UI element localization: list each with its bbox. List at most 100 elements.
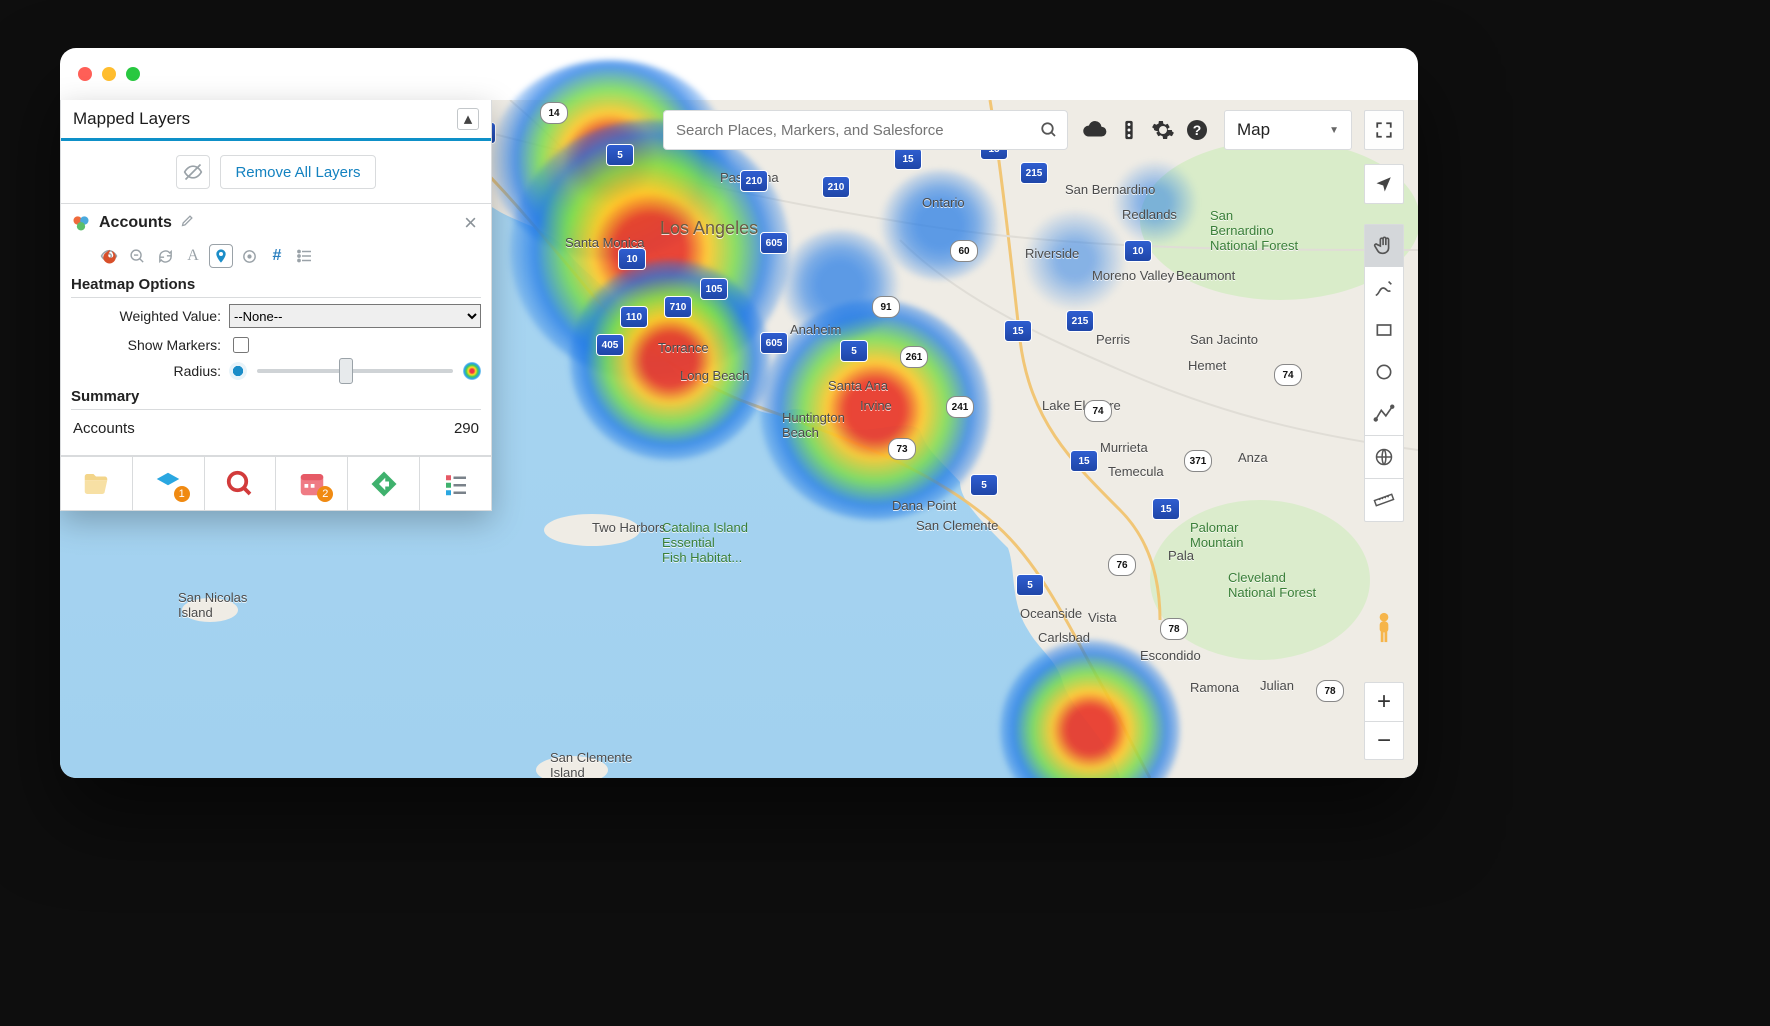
circle-icon[interactable] — [1365, 351, 1403, 393]
summary-header: Summary — [71, 388, 481, 410]
state-route-shield-icon: 74 — [1274, 364, 1302, 386]
polyline-icon[interactable] — [1365, 393, 1403, 435]
target-icon[interactable] — [237, 244, 261, 268]
layer-name: Accounts — [99, 214, 172, 232]
tab-folders[interactable] — [61, 456, 133, 510]
map-place-label: Anaheim — [790, 322, 841, 337]
collapse-panel-icon[interactable]: ▴ — [457, 108, 479, 130]
interstate-shield-icon: 10 — [1124, 240, 1152, 262]
map-place-label: San Bernardino — [1065, 182, 1155, 197]
rectangle-icon[interactable] — [1365, 309, 1403, 351]
zoom-controls: + − — [1364, 682, 1404, 760]
layer-section: Accounts × A # — [61, 204, 491, 456]
state-route-shield-icon: 73 — [888, 438, 916, 460]
fullscreen-button[interactable] — [1364, 110, 1404, 150]
interstate-shield-icon: 15 — [1004, 320, 1032, 342]
hash-icon[interactable]: # — [265, 244, 289, 268]
zoom-in-button[interactable]: + — [1365, 683, 1403, 721]
remove-all-label: Remove All Layers — [235, 164, 360, 181]
map-place-label: Perris — [1096, 332, 1130, 347]
map-place-label: Julian — [1260, 678, 1294, 693]
search-icon[interactable] — [1031, 121, 1067, 139]
search-input[interactable] — [664, 122, 1031, 139]
window-close-dot[interactable] — [78, 67, 92, 81]
search-box[interactable] — [663, 110, 1068, 150]
layers-panel: Mapped Layers ▴ Remove All Layers — [60, 100, 492, 511]
ruler-icon[interactable] — [1365, 479, 1403, 521]
zoom-out-button[interactable]: − — [1365, 721, 1403, 759]
map-place-label: Carlsbad — [1038, 630, 1090, 645]
panel-title: Mapped Layers — [73, 109, 190, 129]
map-place-label: Hemet — [1188, 358, 1226, 373]
interstate-shield-icon: 215 — [1066, 310, 1094, 332]
interstate-shield-icon: 5 — [970, 474, 998, 496]
show-markers-checkbox[interactable] — [233, 337, 249, 353]
state-route-shield-icon: 74 — [1084, 400, 1112, 422]
layers-badge: 1 — [174, 486, 190, 502]
heatmap-options-header: Heatmap Options — [71, 276, 481, 298]
mac-titlebar — [60, 48, 1418, 100]
interstate-shield-icon: 710 — [664, 296, 692, 318]
tab-schedule[interactable]: 2 — [276, 456, 348, 510]
state-route-shield-icon: 76 — [1108, 554, 1136, 576]
state-route-shield-icon: 91 — [872, 296, 900, 318]
svg-text:?: ? — [1193, 122, 1202, 138]
locate-me-button[interactable] — [1364, 164, 1404, 204]
schedule-badge: 2 — [317, 486, 333, 502]
map-place-label: SanBernardinoNational Forest — [1210, 208, 1298, 253]
window-minimize-dot[interactable] — [102, 67, 116, 81]
map-place-label: ClevelandNational Forest — [1228, 570, 1316, 600]
toggle-visibility-icon[interactable] — [97, 244, 121, 268]
radius-max-icon — [463, 362, 481, 380]
tab-legend[interactable] — [420, 456, 491, 510]
map-place-label: Torrance — [658, 340, 709, 355]
tab-routes[interactable] — [348, 456, 420, 510]
map-place-label: Riverside — [1025, 246, 1079, 261]
map-place-label: Beaumont — [1176, 268, 1235, 283]
edit-layer-icon[interactable] — [180, 213, 195, 233]
map-place-label: Ramona — [1190, 680, 1239, 695]
list-icon[interactable] — [293, 244, 317, 268]
zoom-to-icon[interactable] — [125, 244, 149, 268]
radius-min-icon — [229, 362, 247, 380]
map-place-label: PalomarMountain — [1190, 520, 1243, 550]
hide-all-icon[interactable] — [176, 155, 210, 189]
tab-search[interactable] — [205, 456, 277, 510]
map-type-selector[interactable]: Map ▼ — [1224, 110, 1352, 150]
label-a-icon[interactable]: A — [181, 244, 205, 268]
remove-all-layers-button[interactable]: Remove All Layers — [220, 155, 375, 189]
close-layer-icon[interactable]: × — [464, 212, 481, 234]
pan-hand-icon[interactable] — [1365, 225, 1403, 267]
map-place-label: Irvine — [860, 398, 892, 413]
tab-layers[interactable]: 1 — [133, 456, 205, 510]
globe-icon[interactable] — [1365, 436, 1403, 478]
map-place-label: Two Harbors — [592, 520, 666, 535]
top-icons: ? — [1080, 115, 1212, 145]
traffic-icon[interactable] — [1114, 115, 1144, 145]
pegman-icon[interactable] — [1364, 608, 1404, 648]
marker-pin-icon[interactable] — [209, 244, 233, 268]
interstate-shield-icon: 15 — [1152, 498, 1180, 520]
map-place-label: Redlands — [1122, 207, 1177, 222]
layer-toolbar: A # — [97, 244, 481, 268]
window-zoom-dot[interactable] — [126, 67, 140, 81]
panel-tabs: 1 2 — [61, 456, 491, 510]
weighted-value-label: Weighted Value: — [120, 308, 221, 324]
map-place-label: Santa Ana — [828, 378, 888, 393]
weighted-value-select[interactable]: --None-- — [229, 304, 481, 328]
state-route-shield-icon: 261 — [900, 346, 928, 368]
cloud-icon[interactable] — [1080, 115, 1110, 145]
interstate-shield-icon: 605 — [760, 232, 788, 254]
state-route-shield-icon: 241 — [946, 396, 974, 418]
refresh-icon[interactable] — [153, 244, 177, 268]
map-place-label: Ontario — [922, 195, 965, 210]
state-route-shield-icon: 60 — [950, 240, 978, 262]
summary-count: 290 — [454, 420, 479, 437]
interstate-shield-icon: 210 — [822, 176, 850, 198]
help-icon[interactable]: ? — [1182, 115, 1212, 145]
gear-icon[interactable] — [1148, 115, 1178, 145]
freehand-icon[interactable] — [1365, 267, 1403, 309]
map-place-label: Temecula — [1108, 464, 1164, 479]
map-place-label: HuntingtonBeach — [782, 410, 845, 440]
radius-slider[interactable] — [257, 369, 453, 373]
